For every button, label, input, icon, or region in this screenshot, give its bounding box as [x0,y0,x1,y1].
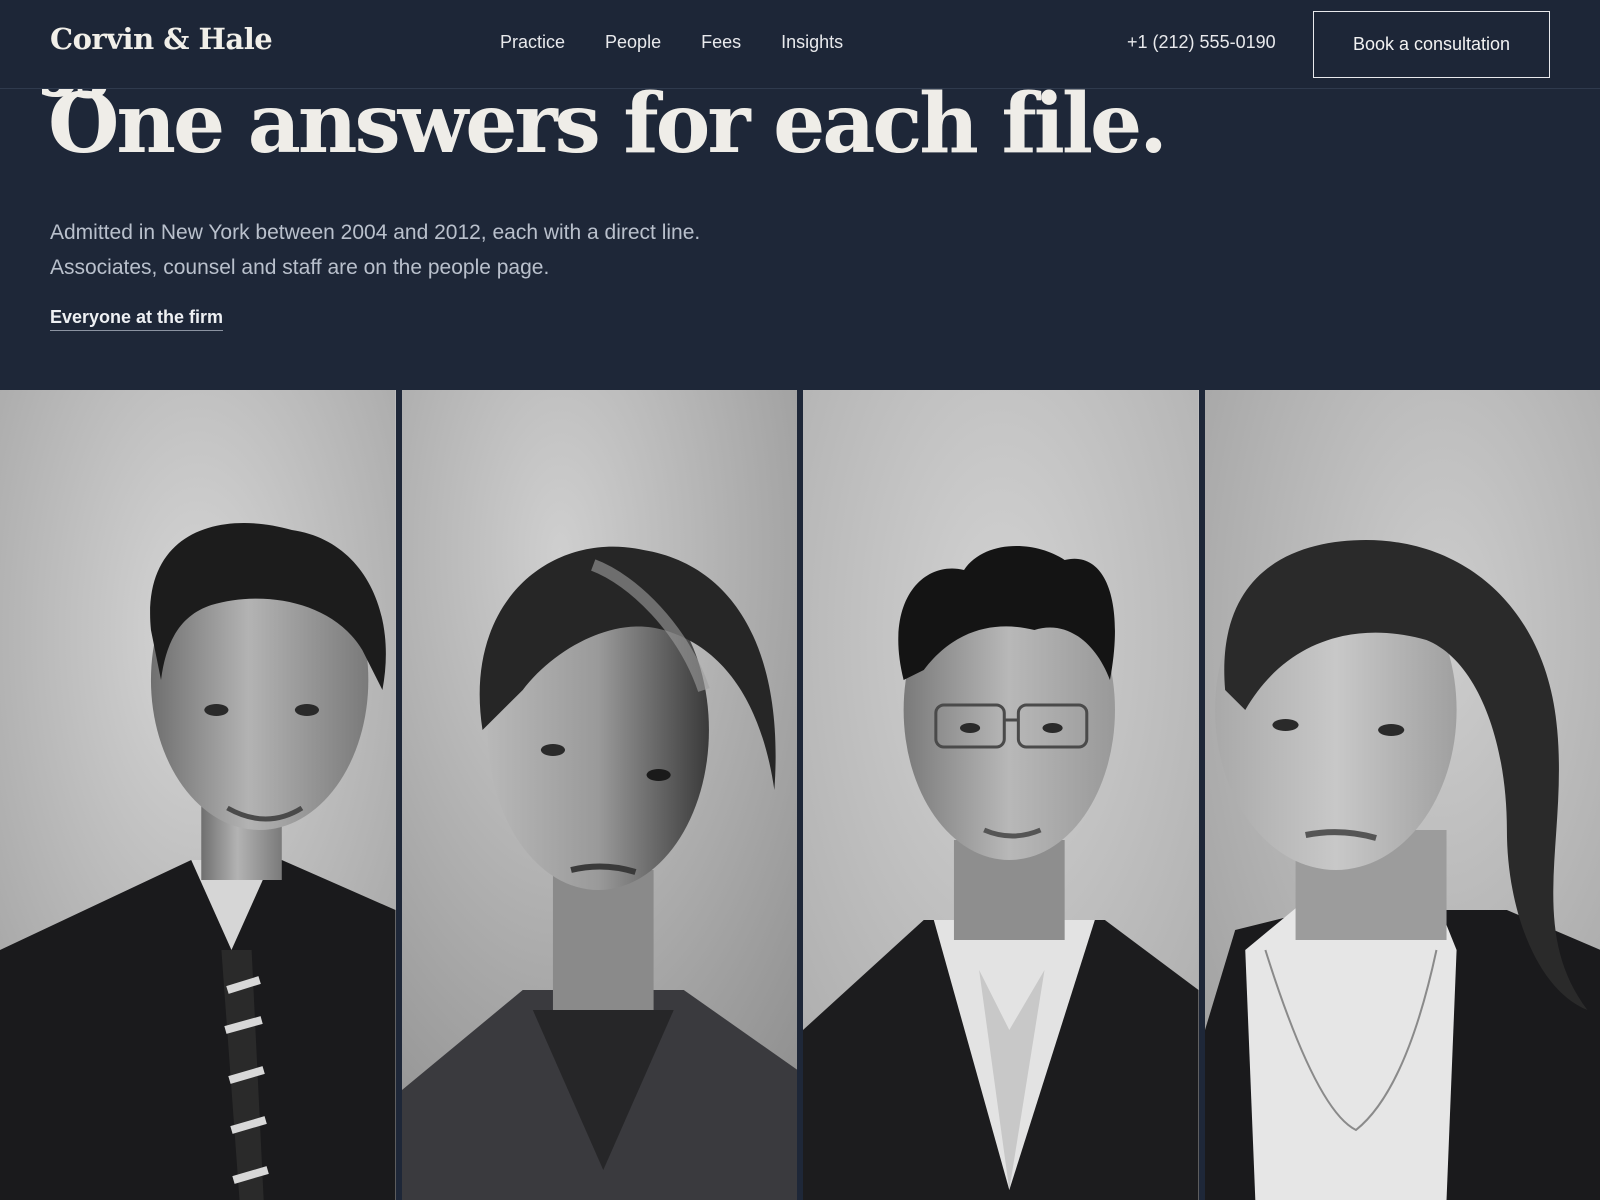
portrait-photo [401,390,797,1200]
portrait-photo [803,390,1199,1200]
nav-insights[interactable]: Insights [781,32,843,53]
hero-lede: Admitted in New York between 2004 and 20… [50,221,701,279]
everyone-at-firm-link[interactable]: Everyone at the firm [50,307,224,331]
page: Corvin & Hale Practice People Fees Insig… [0,0,1600,1200]
nav-practice[interactable]: Practice [500,32,565,53]
page-title: One answers for each file. [48,89,1168,172]
site-logo[interactable]: Corvin & Hale [50,22,273,56]
hero-section: Jj One answers for each file. Admitted i… [0,89,1600,390]
main-nav: Practice People Fees Insights [500,32,843,53]
partner-portraits [0,390,1600,1200]
portrait-photo [1204,390,1600,1200]
portrait-photo [0,390,396,1200]
book-consultation-button[interactable]: Book a consultation [1313,11,1550,78]
nav-fees[interactable]: Fees [701,32,741,53]
phone-link[interactable]: +1 (212) 555-0190 [1127,32,1276,53]
portrait-partner-1[interactable] [0,390,396,1200]
portrait-partner-2[interactable] [401,390,797,1200]
site-header: Corvin & Hale Practice People Fees Insig… [0,0,1600,89]
nav-people[interactable]: People [605,32,661,53]
portrait-partner-4[interactable] [1204,390,1600,1200]
portrait-partner-3[interactable] [803,390,1199,1200]
